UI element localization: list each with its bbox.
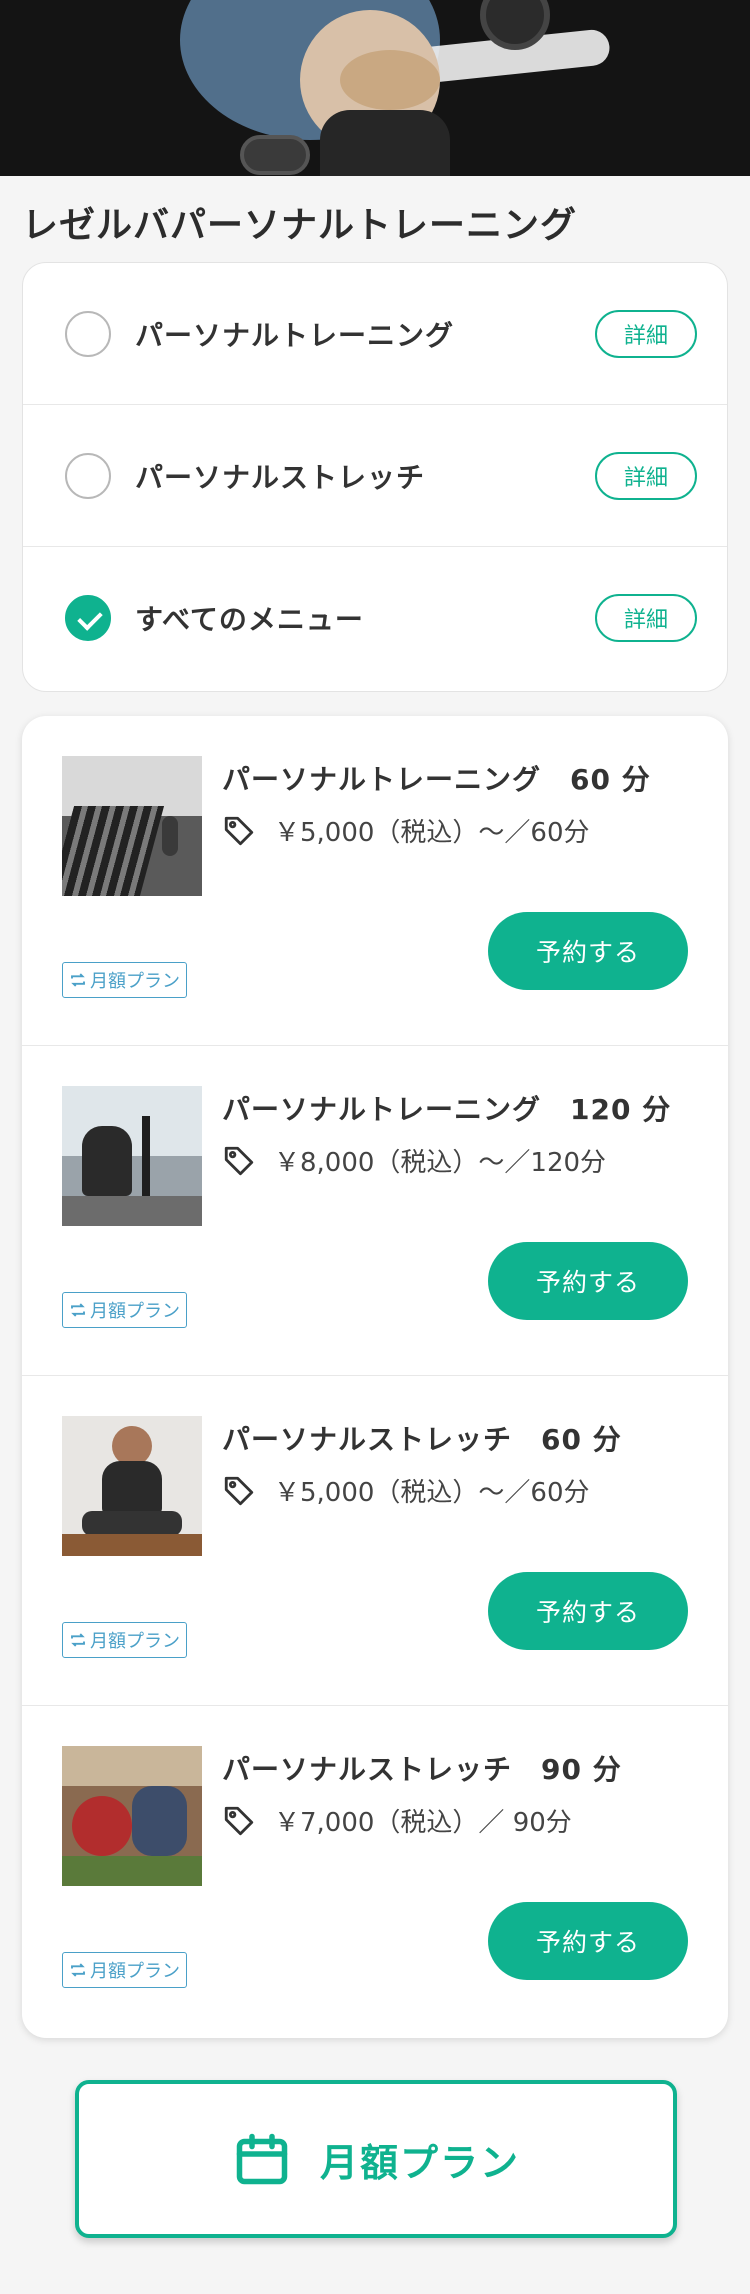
filter-label: すべてのメニュー <box>135 603 364 636</box>
menu-list: パーソナルトレーニング 60 分 ￥5,000（税込）〜／60分 予約する 月額… <box>22 716 728 2038</box>
menu-item-price: ￥8,000（税込）〜／120分 <box>274 1148 607 1178</box>
hero-image <box>0 0 750 176</box>
radio-button[interactable] <box>65 452 111 499</box>
menu-thumbnail <box>62 1416 202 1556</box>
filter-row-stretch[interactable]: パーソナルストレッチ 詳細 <box>23 405 727 547</box>
repeat-icon <box>71 973 85 987</box>
detail-button[interactable]: 詳細 <box>595 451 697 500</box>
menu-item-name: パーソナルトレーニング 120 分 <box>222 1093 672 1126</box>
reserve-button[interactable]: 予約する <box>488 912 688 990</box>
price-tag-icon <box>224 816 254 845</box>
radio-button[interactable] <box>65 310 111 357</box>
menu-thumbnail <box>62 756 202 896</box>
menu-item-name: パーソナルトレーニング 60 分 <box>222 763 651 796</box>
menu-filter-card: パーソナルトレーニング 詳細 パーソナルストレッチ 詳細 すべてのメニュー 詳細 <box>22 262 728 692</box>
list-item: パーソナルトレーニング 120 分 ￥8,000（税込）〜／120分 予約する … <box>22 1046 728 1376</box>
reserve-button[interactable]: 予約する <box>488 1242 688 1320</box>
filter-label: パーソナルトレーニング <box>135 318 455 352</box>
repeat-icon <box>71 1303 85 1317</box>
menu-item-price: ￥5,000（税込）〜／60分 <box>274 818 590 848</box>
menu-item-price: ￥7,000（税込）／ 90分 <box>274 1808 572 1838</box>
menu-item-price: ￥5,000（税込）〜／60分 <box>274 1478 590 1508</box>
repeat-icon <box>71 1633 85 1647</box>
monthly-plan-button[interactable]: 月額プラン <box>75 2080 677 2238</box>
menu-item-name: パーソナルストレッチ 90 分 <box>222 1753 622 1786</box>
reserve-button[interactable]: 予約する <box>488 1902 688 1980</box>
detail-button[interactable]: 詳細 <box>595 309 697 358</box>
filter-row-all[interactable]: すべてのメニュー 詳細 <box>23 547 727 689</box>
filter-row-training[interactable]: パーソナルトレーニング 詳細 <box>23 263 727 405</box>
reserve-button[interactable]: 予約する <box>488 1572 688 1650</box>
price-tag-icon <box>224 1476 254 1505</box>
page-title: レゼルバパーソナルトレーニング <box>22 205 578 246</box>
monthly-plan-label: 月額プラン <box>319 2140 520 2185</box>
monthly-plan-badge: 月額プラン <box>62 1952 187 1988</box>
list-item: パーソナルストレッチ 60 分 ￥5,000（税込）〜／60分 予約する 月額プ… <box>22 1376 728 1706</box>
menu-thumbnail <box>62 1746 202 1886</box>
price-tag-icon <box>224 1146 254 1175</box>
monthly-plan-badge: 月額プラン <box>62 1622 187 1658</box>
menu-thumbnail <box>62 1086 202 1226</box>
filter-label: パーソナルストレッチ <box>135 460 426 494</box>
list-item: パーソナルストレッチ 90 分 ￥7,000（税込）／ 90分 予約する 月額プ… <box>22 1706 728 2036</box>
radio-button-checked[interactable] <box>65 595 111 641</box>
repeat-icon <box>71 1963 85 1977</box>
list-item: パーソナルトレーニング 60 分 ￥5,000（税込）〜／60分 予約する 月額… <box>22 716 728 1046</box>
monthly-plan-badge: 月額プラン <box>62 1292 187 1328</box>
price-tag-icon <box>224 1806 254 1835</box>
calendar-icon <box>236 2133 288 2185</box>
menu-item-name: パーソナルストレッチ 60 分 <box>222 1423 622 1456</box>
monthly-plan-badge: 月額プラン <box>62 962 187 998</box>
detail-button[interactable]: 詳細 <box>595 594 697 642</box>
